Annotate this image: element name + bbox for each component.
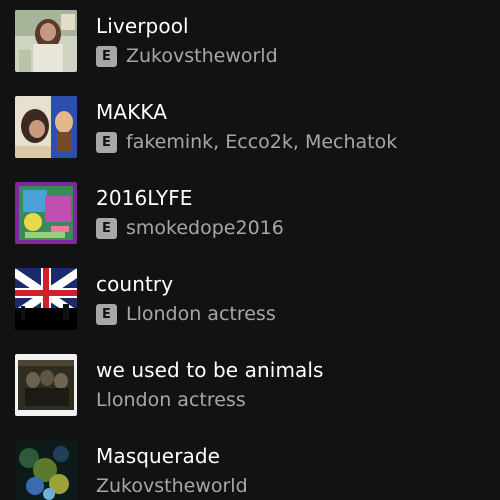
track-subtitle: E smokedope2016 xyxy=(96,216,284,240)
album-cover-we-used-to-be-animals[interactable] xyxy=(15,354,77,416)
track-title[interactable]: 2016LYFE xyxy=(96,186,284,210)
track-subtitle: E Llondon actress xyxy=(96,302,276,326)
track-artists[interactable]: smokedope2016 xyxy=(126,216,284,240)
explicit-badge: E xyxy=(96,217,117,239)
track-row-makka[interactable]: MAKKA E fakemink, Ecco2k, Mechatok xyxy=(0,84,500,170)
album-cover-2016lyfe[interactable] xyxy=(15,182,77,244)
track-title[interactable]: country xyxy=(96,272,276,296)
track-row-masquerade[interactable]: Masquerade Zukovstheworld xyxy=(0,428,500,500)
track-artists[interactable]: fakemink, Ecco2k, Mechatok xyxy=(126,130,397,154)
album-cover-country[interactable] xyxy=(15,268,77,330)
explicit-badge: E xyxy=(96,45,117,67)
track-subtitle: E Zukovstheworld xyxy=(96,44,278,68)
track-subtitle: E fakemink, Ecco2k, Mechatok xyxy=(96,130,397,154)
track-row-liverpool[interactable]: Liverpool E Zukovstheworld xyxy=(0,0,500,84)
track-title[interactable]: we used to be animals xyxy=(96,358,324,382)
track-title[interactable]: Masquerade xyxy=(96,444,248,468)
track-artists[interactable]: Llondon actress xyxy=(126,302,276,326)
track-artists[interactable]: Zukovstheworld xyxy=(126,44,278,68)
track-row-we-used-to-be-animals[interactable]: we used to be animals Llondon actress xyxy=(0,342,500,428)
explicit-badge: E xyxy=(96,303,117,325)
track-artists[interactable]: Llondon actress xyxy=(96,388,246,412)
album-cover-masquerade[interactable] xyxy=(15,440,77,500)
track-subtitle: Llondon actress xyxy=(96,388,324,412)
track-artists[interactable]: Zukovstheworld xyxy=(96,474,248,498)
track-subtitle: Zukovstheworld xyxy=(96,474,248,498)
track-title[interactable]: Liverpool xyxy=(96,14,278,38)
track-row-country[interactable]: country E Llondon actress xyxy=(0,256,500,342)
explicit-badge: E xyxy=(96,131,117,153)
album-cover-makka[interactable] xyxy=(15,96,77,158)
track-list: Liverpool E Zukovstheworld MAKKA E fakem… xyxy=(0,0,500,500)
track-title[interactable]: MAKKA xyxy=(96,100,397,124)
album-cover-liverpool[interactable] xyxy=(15,10,77,72)
track-row-2016lyfe[interactable]: 2016LYFE E smokedope2016 xyxy=(0,170,500,256)
